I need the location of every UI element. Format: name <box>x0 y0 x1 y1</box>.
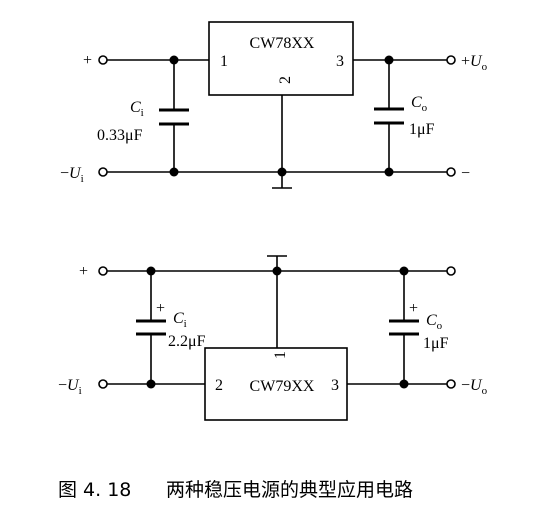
top-output-plus-terminal <box>446 55 456 65</box>
top-capacitor-co <box>374 107 404 125</box>
top-junction-dot <box>277 167 287 177</box>
top-junction-dot <box>384 167 394 177</box>
top-pin-gnd-label: 2 <box>277 76 294 84</box>
bottom-input-ui-label: −Ui <box>58 377 82 397</box>
bottom-pin-in-label: 2 <box>215 377 223 394</box>
top-capacitor-ci <box>159 108 189 126</box>
bottom-junction-dot <box>272 266 282 276</box>
bottom-ci-symbol-label: Ci <box>173 310 187 330</box>
top-pin-out-label: 3 <box>336 53 344 70</box>
bottom-output-plus-terminal <box>446 266 456 276</box>
bottom-junction-dot <box>146 266 156 276</box>
figure-caption: 两种稳压电源的典型应用电路 <box>166 479 413 501</box>
top-ci-value-label: 0.33μF <box>97 127 143 144</box>
top-input-plus-label: + <box>83 52 92 69</box>
top-pin-in-label: 1 <box>220 53 228 70</box>
top-co-value-label: 1μF <box>409 121 435 138</box>
top-ci-symbol-label: Ci <box>130 99 144 119</box>
cw78xx-label: CW78XX <box>250 35 315 52</box>
bottom-input-minus-terminal <box>98 379 108 389</box>
bottom-co-value-label: 1μF <box>423 335 449 352</box>
top-input-minus-terminal <box>98 167 108 177</box>
top-output-minus-terminal <box>446 167 456 177</box>
top-output-minus-label: − <box>461 165 470 182</box>
bottom-capacitor-ci <box>136 319 166 336</box>
top-junction-dot <box>384 55 394 65</box>
top-input-plus-terminal <box>98 55 108 65</box>
circuit-figure: CW78XX 1 3 2 + +Uo −Ui − Ci 0.33μF Co 1μ… <box>0 0 539 511</box>
bottom-co-symbol-label: Co <box>426 312 443 332</box>
bottom-ci-polarity-label: + <box>156 300 165 317</box>
top-input-ui-label: −Ui <box>60 165 84 185</box>
bottom-junction-dot <box>399 379 409 389</box>
top-junction-dot <box>169 55 179 65</box>
cw79xx-label: CW79XX <box>250 378 315 395</box>
top-co-symbol-label: Co <box>411 94 428 114</box>
bottom-ci-value-label: 2.2μF <box>168 333 206 350</box>
bottom-pin-gnd-label: 1 <box>272 351 289 359</box>
bottom-junction-dot <box>146 379 156 389</box>
bottom-input-plus-terminal <box>98 266 108 276</box>
top-output-plus-label: +Uo <box>461 53 488 73</box>
top-circuit: CW78XX 1 3 2 + +Uo −Ui − Ci 0.33μF Co 1μ… <box>60 21 488 189</box>
top-junction-dot <box>169 167 179 177</box>
figure-number: 图 4. 18 <box>58 479 131 501</box>
bottom-junction-dot <box>399 266 409 276</box>
bottom-capacitor-co <box>389 319 419 336</box>
bottom-circuit: CW79XX 2 3 1 + −Ui −Uo + Ci 2.2μF + Co 1… <box>58 255 488 421</box>
bottom-output-uo-label: −Uo <box>461 377 488 397</box>
bottom-pin-out-label: 3 <box>331 377 339 394</box>
bottom-input-plus-label: + <box>79 263 88 280</box>
bottom-output-minus-terminal <box>446 379 456 389</box>
bottom-co-polarity-label: + <box>409 300 418 317</box>
circuit-diagram: CW78XX 1 3 2 + +Uo −Ui − Ci 0.33μF Co 1μ… <box>58 21 488 501</box>
